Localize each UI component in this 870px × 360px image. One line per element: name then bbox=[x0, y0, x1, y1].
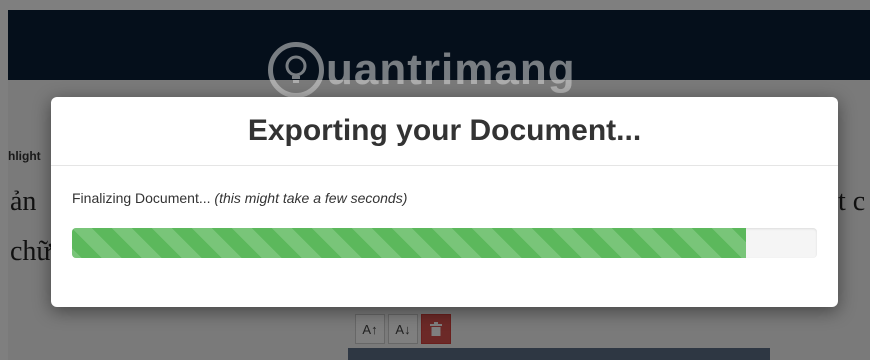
modal-header: Exporting your Document... bbox=[51, 97, 838, 166]
status-line: Finalizing Document... (this might take … bbox=[72, 190, 817, 206]
progress-bar-fill bbox=[72, 228, 747, 258]
modal-title: Exporting your Document... bbox=[247, 114, 642, 147]
watermark: uantrimang bbox=[268, 38, 576, 102]
export-modal: Exporting your Document... Finalizing Do… bbox=[51, 97, 838, 307]
status-text: Finalizing Document... bbox=[72, 190, 211, 206]
watermark-text: uantrimang bbox=[326, 45, 576, 94]
export-progress-bar bbox=[72, 228, 817, 258]
status-note: (this might take a few seconds) bbox=[214, 190, 408, 206]
modal-body: Finalizing Document... (this might take … bbox=[51, 166, 838, 258]
lightbulb-logo-icon bbox=[268, 42, 324, 98]
